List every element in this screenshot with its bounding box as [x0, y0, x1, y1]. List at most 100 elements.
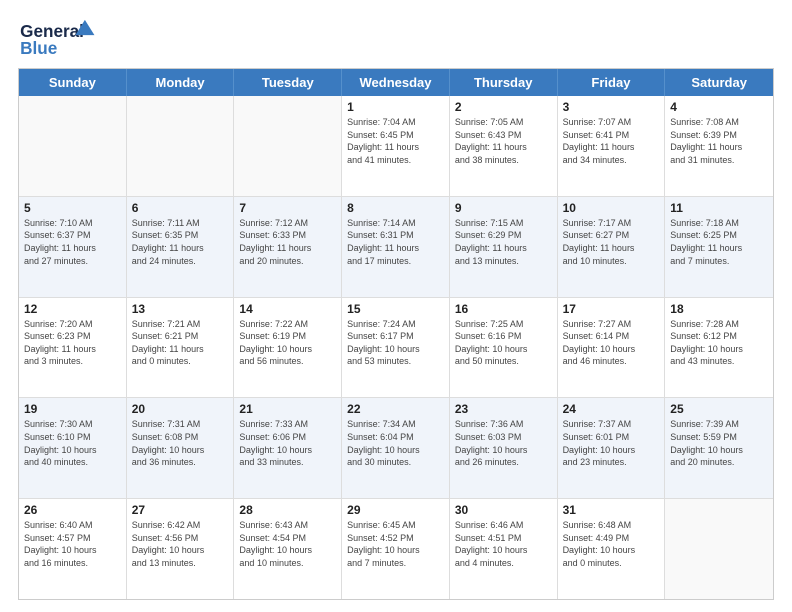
calendar: SundayMondayTuesdayWednesdayThursdayFrid… [18, 68, 774, 600]
calendar-row: 19 Sunrise: 7:30 AM Sunset: 6:10 PM Dayli… [19, 398, 773, 499]
day-number: 20 [132, 402, 229, 416]
calendar-cell: 26 Sunrise: 6:40 AM Sunset: 4:57 PM Dayli… [19, 499, 127, 599]
day-number: 28 [239, 503, 336, 517]
day-number: 11 [670, 201, 768, 215]
day-info: Sunrise: 6:42 AM Sunset: 4:56 PM Dayligh… [132, 519, 229, 569]
calendar-cell: 8 Sunrise: 7:14 AM Sunset: 6:31 PM Daylig… [342, 197, 450, 297]
day-number: 14 [239, 302, 336, 316]
day-number: 4 [670, 100, 768, 114]
calendar-cell: 11 Sunrise: 7:18 AM Sunset: 6:25 PM Dayli… [665, 197, 773, 297]
day-info: Sunrise: 7:37 AM Sunset: 6:01 PM Dayligh… [563, 418, 660, 468]
day-info: Sunrise: 6:45 AM Sunset: 4:52 PM Dayligh… [347, 519, 444, 569]
day-info: Sunrise: 7:22 AM Sunset: 6:19 PM Dayligh… [239, 318, 336, 368]
day-info: Sunrise: 7:18 AM Sunset: 6:25 PM Dayligh… [670, 217, 768, 267]
calendar-cell: 19 Sunrise: 7:30 AM Sunset: 6:10 PM Dayli… [19, 398, 127, 498]
calendar-cell: 4 Sunrise: 7:08 AM Sunset: 6:39 PM Daylig… [665, 96, 773, 196]
calendar-row: 5 Sunrise: 7:10 AM Sunset: 6:37 PM Daylig… [19, 197, 773, 298]
svg-text:Blue: Blue [20, 38, 57, 58]
day-info: Sunrise: 7:33 AM Sunset: 6:06 PM Dayligh… [239, 418, 336, 468]
weekday-header: Monday [127, 69, 235, 96]
calendar-cell: 10 Sunrise: 7:17 AM Sunset: 6:27 PM Dayli… [558, 197, 666, 297]
logo: General Blue [18, 18, 108, 58]
calendar-cell: 27Sunrise: 6:42 AM Sunset: 4:56 PM Dayli… [127, 499, 235, 599]
calendar-cell: 29 Sunrise: 6:45 AM Sunset: 4:52 PM Dayli… [342, 499, 450, 599]
day-number: 22 [347, 402, 444, 416]
calendar-cell: 22 Sunrise: 7:34 AM Sunset: 6:04 PM Dayli… [342, 398, 450, 498]
day-info: Sunrise: 7:05 AM Sunset: 6:43 PM Dayligh… [455, 116, 552, 166]
day-number: 19 [24, 402, 121, 416]
calendar-cell: 28 Sunrise: 6:43 AM Sunset: 4:54 PM Dayli… [234, 499, 342, 599]
day-info: Sunrise: 7:12 AM Sunset: 6:33 PM Dayligh… [239, 217, 336, 267]
calendar-cell: 6 Sunrise: 7:11 AM Sunset: 6:35 PM Daylig… [127, 197, 235, 297]
day-number: 3 [563, 100, 660, 114]
day-number: 29 [347, 503, 444, 517]
day-info: Sunrise: 7:15 AM Sunset: 6:29 PM Dayligh… [455, 217, 552, 267]
day-info: Sunrise: 6:43 AM Sunset: 4:54 PM Dayligh… [239, 519, 336, 569]
day-info: Sunrise: 7:17 AM Sunset: 6:27 PM Dayligh… [563, 217, 660, 267]
day-info: Sunrise: 7:04 AM Sunset: 6:45 PM Dayligh… [347, 116, 444, 166]
day-info: Sunrise: 6:48 AM Sunset: 4:49 PM Dayligh… [563, 519, 660, 569]
day-info: Sunrise: 7:14 AM Sunset: 6:31 PM Dayligh… [347, 217, 444, 267]
calendar-cell: 31 Sunrise: 6:48 AM Sunset: 4:49 PM Dayli… [558, 499, 666, 599]
calendar-body: 1 Sunrise: 7:04 AM Sunset: 6:45 PM Daylig… [19, 96, 773, 599]
day-info: Sunrise: 6:40 AM Sunset: 4:57 PM Dayligh… [24, 519, 121, 569]
calendar-cell: 18 Sunrise: 7:28 AM Sunset: 6:12 PM Dayli… [665, 298, 773, 398]
calendar-row: 1 Sunrise: 7:04 AM Sunset: 6:45 PM Daylig… [19, 96, 773, 197]
day-number: 18 [670, 302, 768, 316]
day-number: 8 [347, 201, 444, 215]
calendar-cell: 25 Sunrise: 7:39 AM Sunset: 5:59 PM Dayli… [665, 398, 773, 498]
day-info: Sunrise: 7:36 AM Sunset: 6:03 PM Dayligh… [455, 418, 552, 468]
calendar-cell: 16Sunrise: 7:25 AM Sunset: 6:16 PM Dayli… [450, 298, 558, 398]
day-info: Sunrise: 7:20 AM Sunset: 6:23 PM Dayligh… [24, 318, 121, 368]
day-number: 25 [670, 402, 768, 416]
calendar-header: SundayMondayTuesdayWednesdayThursdayFrid… [19, 69, 773, 96]
weekday-header: Sunday [19, 69, 127, 96]
page: General Blue SundayMondayTuesdayWednesda… [0, 0, 792, 612]
calendar-cell: 23 Sunrise: 7:36 AM Sunset: 6:03 PM Dayli… [450, 398, 558, 498]
calendar-cell: 7 Sunrise: 7:12 AM Sunset: 6:33 PM Daylig… [234, 197, 342, 297]
calendar-cell: 24 Sunrise: 7:37 AM Sunset: 6:01 PM Dayli… [558, 398, 666, 498]
day-info: Sunrise: 7:21 AM Sunset: 6:21 PM Dayligh… [132, 318, 229, 368]
day-info: Sunrise: 7:24 AM Sunset: 6:17 PM Dayligh… [347, 318, 444, 368]
calendar-row: 26 Sunrise: 6:40 AM Sunset: 4:57 PM Dayli… [19, 499, 773, 599]
day-info: Sunrise: 6:46 AM Sunset: 4:51 PM Dayligh… [455, 519, 552, 569]
calendar-cell: 21Sunrise: 7:33 AM Sunset: 6:06 PM Dayli… [234, 398, 342, 498]
weekday-header: Friday [558, 69, 666, 96]
day-number: 5 [24, 201, 121, 215]
calendar-cell: 3Sunrise: 7:07 AM Sunset: 6:41 PM Daylig… [558, 96, 666, 196]
day-number: 6 [132, 201, 229, 215]
calendar-cell: 9Sunrise: 7:15 AM Sunset: 6:29 PM Daylig… [450, 197, 558, 297]
calendar-cell: 30 Sunrise: 6:46 AM Sunset: 4:51 PM Dayli… [450, 499, 558, 599]
day-info: Sunrise: 7:30 AM Sunset: 6:10 PM Dayligh… [24, 418, 121, 468]
day-info: Sunrise: 7:08 AM Sunset: 6:39 PM Dayligh… [670, 116, 768, 166]
day-info: Sunrise: 7:10 AM Sunset: 6:37 PM Dayligh… [24, 217, 121, 267]
day-info: Sunrise: 7:11 AM Sunset: 6:35 PM Dayligh… [132, 217, 229, 267]
day-number: 1 [347, 100, 444, 114]
day-number: 31 [563, 503, 660, 517]
day-info: Sunrise: 7:39 AM Sunset: 5:59 PM Dayligh… [670, 418, 768, 468]
weekday-header: Tuesday [234, 69, 342, 96]
day-info: Sunrise: 7:28 AM Sunset: 6:12 PM Dayligh… [670, 318, 768, 368]
calendar-cell [19, 96, 127, 196]
header: General Blue [18, 18, 774, 58]
day-number: 15 [347, 302, 444, 316]
weekday-header: Wednesday [342, 69, 450, 96]
day-number: 30 [455, 503, 552, 517]
day-number: 17 [563, 302, 660, 316]
day-number: 23 [455, 402, 552, 416]
calendar-cell: 12Sunrise: 7:20 AM Sunset: 6:23 PM Dayli… [19, 298, 127, 398]
day-number: 26 [24, 503, 121, 517]
day-number: 24 [563, 402, 660, 416]
day-info: Sunrise: 7:27 AM Sunset: 6:14 PM Dayligh… [563, 318, 660, 368]
calendar-cell: 13Sunrise: 7:21 AM Sunset: 6:21 PM Dayli… [127, 298, 235, 398]
calendar-cell: 17 Sunrise: 7:27 AM Sunset: 6:14 PM Dayli… [558, 298, 666, 398]
day-info: Sunrise: 7:25 AM Sunset: 6:16 PM Dayligh… [455, 318, 552, 368]
day-info: Sunrise: 7:34 AM Sunset: 6:04 PM Dayligh… [347, 418, 444, 468]
day-number: 7 [239, 201, 336, 215]
calendar-cell [127, 96, 235, 196]
calendar-cell: 5 Sunrise: 7:10 AM Sunset: 6:37 PM Daylig… [19, 197, 127, 297]
day-info: Sunrise: 7:31 AM Sunset: 6:08 PM Dayligh… [132, 418, 229, 468]
calendar-row: 12Sunrise: 7:20 AM Sunset: 6:23 PM Dayli… [19, 298, 773, 399]
day-number: 2 [455, 100, 552, 114]
day-number: 10 [563, 201, 660, 215]
